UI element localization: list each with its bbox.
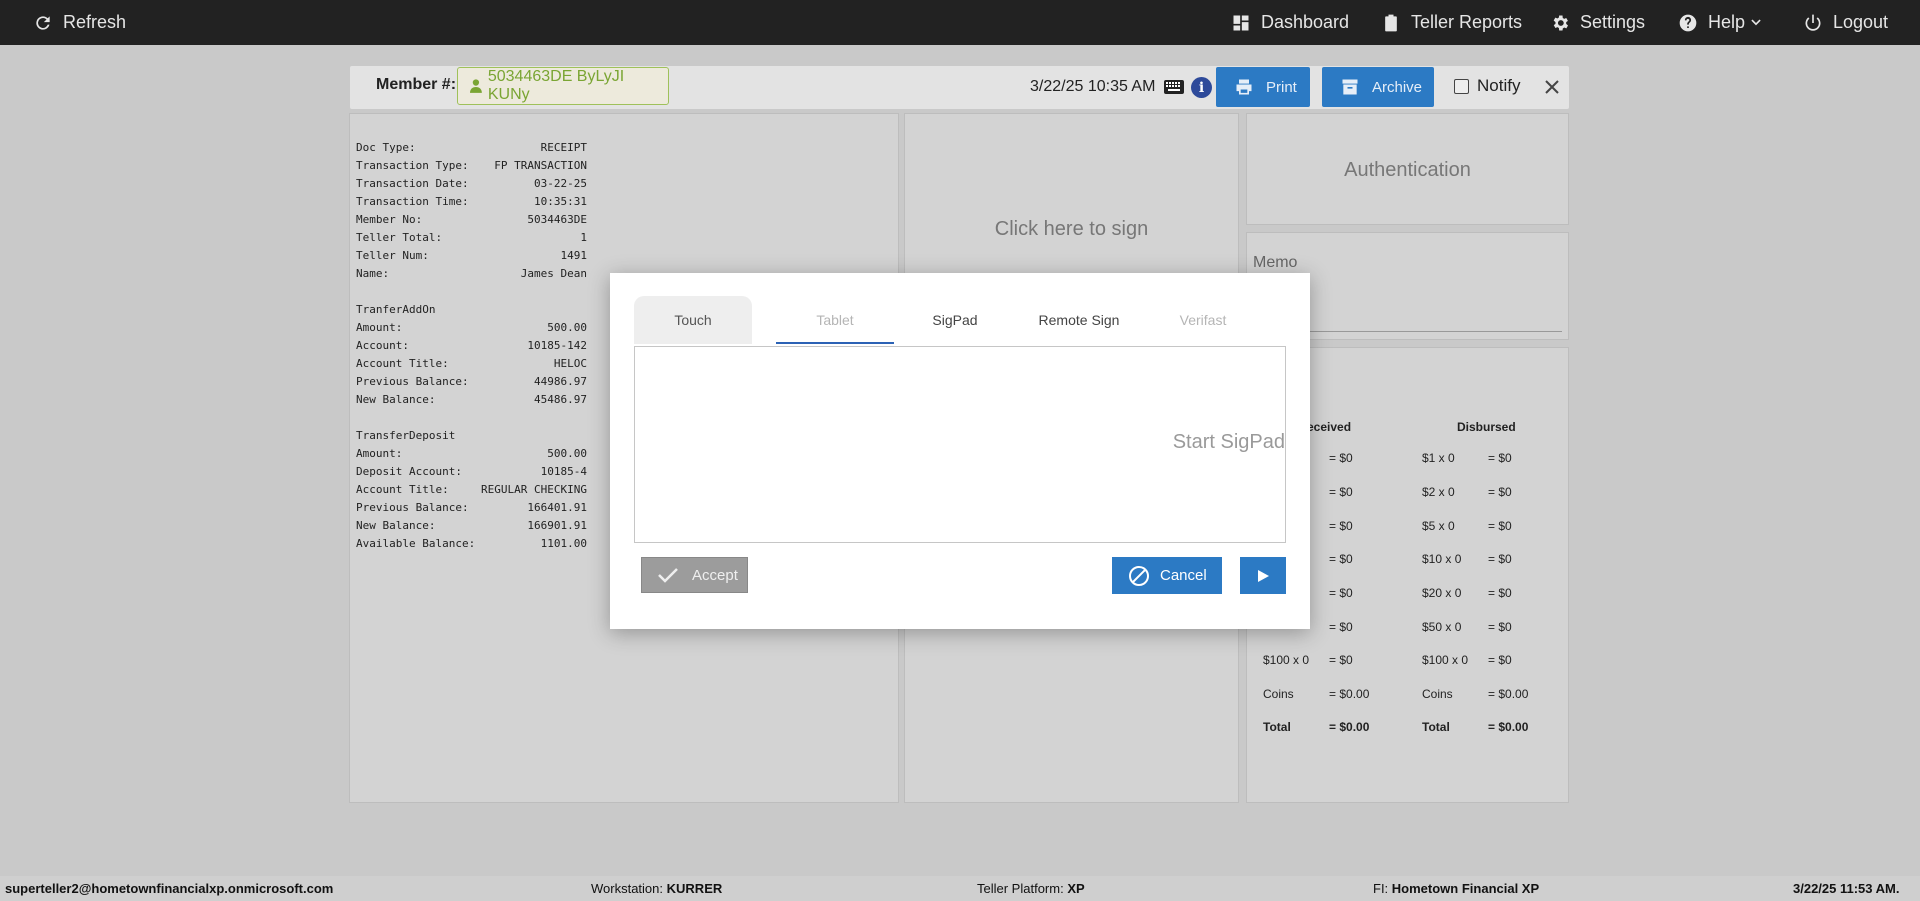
workstation-label: Workstation:	[591, 881, 664, 896]
workstation-info: Workstation: KURRER	[591, 881, 722, 896]
tab-remote-sign[interactable]: Remote Sign	[1020, 296, 1138, 344]
signature-tabs: Touch Tablet SigPad Remote Sign Verifast	[634, 296, 1284, 344]
fi-info: FI: Hometown Financial XP	[1373, 881, 1539, 896]
play-icon	[1258, 569, 1269, 582]
signature-modal: Touch Tablet SigPad Remote Sign Verifast…	[610, 273, 1310, 629]
tab-verifast[interactable]: Verifast	[1144, 296, 1262, 344]
tab-tablet[interactable]: Tablet	[776, 296, 894, 344]
ban-icon	[1129, 565, 1149, 586]
platform-label: Teller Platform:	[977, 881, 1064, 896]
platform-info: Teller Platform: XP	[977, 881, 1085, 896]
cancel-button[interactable]: Cancel	[1112, 557, 1222, 594]
status-bar: superteller2@hometownfinancialxp.onmicro…	[0, 876, 1920, 901]
accept-button[interactable]: Accept	[641, 557, 748, 593]
workstation-value: KURRER	[666, 881, 723, 896]
platform-value: XP	[1067, 881, 1085, 896]
signature-capture-area[interactable]: Start SigPad	[634, 346, 1286, 543]
fi-label: FI:	[1373, 881, 1389, 896]
active-tab-indicator	[776, 342, 894, 344]
fi-value: Hometown Financial XP	[1391, 881, 1540, 896]
status-datetime: 3/22/25 11:53 AM.	[1793, 881, 1900, 896]
current-user: superteller2@hometownfinancialxp.onmicro…	[5, 881, 334, 896]
cancel-label: Cancel	[1160, 567, 1207, 584]
start-sigpad-text: Start SigPad	[1172, 431, 1285, 453]
start-button[interactable]	[1240, 557, 1286, 594]
tab-touch[interactable]: Touch	[634, 296, 752, 344]
tab-sigpad[interactable]: SigPad	[896, 296, 1014, 344]
accept-label: Accept	[692, 566, 738, 584]
checkmark-icon	[658, 568, 678, 583]
